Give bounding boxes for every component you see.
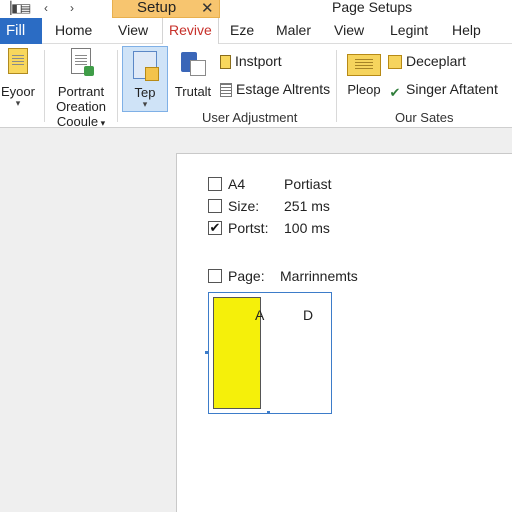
- tab-home[interactable]: Home: [55, 18, 92, 44]
- document-icon: [220, 55, 231, 69]
- checkbox-portst[interactable]: ✔: [208, 221, 222, 235]
- checkbox-a4[interactable]: [208, 177, 222, 191]
- tab-help[interactable]: Help: [452, 18, 481, 44]
- estage-label: Estage Altrents: [236, 81, 331, 97]
- row-a4-value: Portiast: [284, 176, 332, 192]
- instport-label: Instport: [235, 53, 282, 69]
- tab-maler[interactable]: Maler: [276, 18, 311, 44]
- group-label-our-sates: Our Sates: [395, 110, 454, 125]
- list-icon: [220, 83, 232, 97]
- resize-handle[interactable]: [205, 351, 208, 354]
- row-portst-value: 100 ms: [284, 220, 330, 236]
- singer-label: Singer Aftatent: [406, 81, 498, 97]
- portrant-label-2: Oreation: [56, 99, 106, 114]
- forward-icon[interactable]: ›: [70, 1, 74, 15]
- row-a4-label: A4: [228, 176, 246, 192]
- tab-eze[interactable]: Eze: [230, 18, 254, 44]
- document-icon: [8, 48, 28, 74]
- title-bar: ▕◧ ▤ ‹ › Setup ✕ Page Setups: [0, 0, 512, 18]
- checkbox-size[interactable]: [208, 199, 222, 213]
- portrant-label-1: Portrant: [57, 84, 105, 99]
- eyoor-label: Eyoor: [1, 84, 35, 99]
- row-portst-label: Portst:: [228, 220, 269, 236]
- template-icon: [133, 51, 159, 81]
- tab-file[interactable]: Fill: [0, 18, 42, 44]
- layout-icon: [181, 50, 206, 76]
- tab-legint[interactable]: Legint: [390, 18, 428, 44]
- checkbox-page[interactable]: [208, 269, 222, 283]
- tab-revive[interactable]: Revive: [162, 18, 219, 44]
- trutalt-label: Trutalt: [174, 84, 212, 99]
- tep-button[interactable]: Tep ▾: [122, 46, 168, 112]
- checkmark-icon: ✔: [389, 85, 401, 100]
- portrant-label-3: Cooule: [56, 114, 99, 129]
- page-icon: [388, 55, 402, 69]
- document-title: Page Setups: [332, 0, 413, 15]
- trutalt-button[interactable]: Trutalt: [170, 50, 216, 99]
- pleop-label: Pleop: [347, 82, 381, 97]
- close-icon[interactable]: ✕: [201, 0, 214, 17]
- chevron-down-icon: ▾: [98, 118, 106, 128]
- margin-preview[interactable]: A D: [208, 292, 332, 414]
- singer-aftatent-button[interactable]: ✔ Singer Aftatent: [388, 80, 498, 100]
- group-label-user-adjustment: User Adjustment: [202, 110, 298, 125]
- chevron-down-icon: ▾: [142, 99, 148, 109]
- envelope-icon: [347, 54, 381, 76]
- estage-altrents-button[interactable]: Estage Altrents: [220, 80, 330, 100]
- tep-label: Tep: [134, 85, 156, 100]
- deceplart-label: Deceplart: [406, 53, 466, 69]
- ribbon-separator: [117, 50, 118, 122]
- ribbon-tab-row: Fill Home View Revive Eze Maler View Leg…: [0, 18, 512, 44]
- contextual-tab-setup[interactable]: Setup ✕: [112, 0, 220, 18]
- portrant-orientation-button[interactable]: Portrant Oreation Cooule ▾: [48, 48, 114, 131]
- ribbon-separator: [336, 50, 337, 122]
- preview-label-a: A: [255, 307, 265, 323]
- page-orientation-icon: [71, 48, 94, 76]
- tab-view-2[interactable]: View: [334, 18, 364, 44]
- row-size-label: Size:: [228, 198, 260, 214]
- save-icon[interactable]: ▤: [20, 1, 31, 15]
- chevron-down-icon: ▾: [15, 98, 21, 108]
- ribbon: Eyoor ▾ Portrant Oreation Cooule ▾ Tep ▾…: [0, 44, 512, 131]
- eyoor-button[interactable]: Eyoor ▾: [0, 48, 36, 108]
- contextual-tab-label: Setup: [137, 0, 177, 16]
- row-page-value: Marrinnemts: [280, 268, 358, 284]
- preview-label-d: D: [303, 307, 314, 323]
- margin-highlight: [213, 297, 261, 409]
- ribbon-separator: [44, 50, 45, 122]
- resize-handle[interactable]: [267, 411, 270, 414]
- pleop-button[interactable]: Pleop: [344, 54, 384, 97]
- deceplart-button[interactable]: Deceplart: [388, 52, 466, 72]
- row-page-label: Page:: [228, 268, 265, 284]
- back-icon[interactable]: ‹: [44, 1, 48, 15]
- tab-view[interactable]: View: [118, 18, 148, 44]
- row-size-value: 251 ms: [284, 198, 330, 214]
- instport-button[interactable]: Instport: [220, 52, 282, 72]
